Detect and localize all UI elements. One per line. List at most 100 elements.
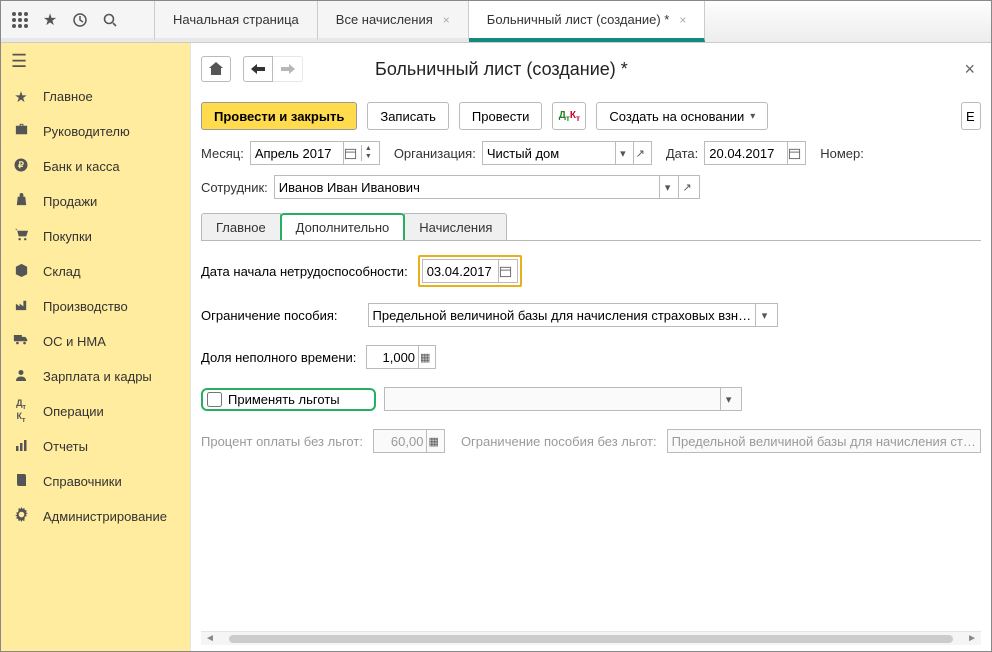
sidebar-item-admin[interactable]: Администрирование [1, 499, 190, 534]
sidebar-item-warehouse[interactable]: Склад [1, 254, 190, 289]
calc-icon: ▦ [426, 430, 439, 452]
burger-icon: ☰ [11, 51, 27, 72]
sidebar-item-label: Отчеты [43, 439, 88, 454]
doc-tab-additional[interactable]: Дополнительно [280, 213, 406, 240]
save-button[interactable]: Записать [367, 102, 449, 130]
employee-label: Сотрудник: [201, 180, 268, 195]
doc-tab-calcs[interactable]: Начисления [404, 213, 507, 240]
month-label: Месяц: [201, 146, 244, 161]
scroll-left-icon[interactable]: ◄ [205, 633, 215, 644]
sidebar-toggle[interactable]: ☰ [1, 43, 190, 79]
svg-text:₽: ₽ [18, 160, 24, 170]
post-and-close-button[interactable]: Провести и закрыть [201, 102, 357, 130]
share-input[interactable] [371, 350, 415, 365]
tab-home[interactable]: Начальная страница [155, 1, 318, 42]
highlight-startdate [418, 255, 522, 287]
scroll-thumb[interactable] [229, 635, 953, 643]
close-icon[interactable]: × [679, 13, 686, 27]
search-icon[interactable] [99, 9, 121, 31]
sidebar-item-label: Справочники [43, 474, 122, 489]
close-icon[interactable]: × [443, 13, 450, 27]
share-field[interactable]: ▦ [366, 345, 436, 369]
sidebar-item-bank[interactable]: ₽Банк и касса [1, 149, 190, 184]
limit-nb-label: Ограничение пособия без льгот: [461, 434, 657, 449]
sidebar-item-operations[interactable]: ДтКтОперации [1, 394, 190, 429]
sidebar-item-sales[interactable]: Продажи [1, 184, 190, 219]
toolbar: Провести и закрыть Записать Провести ДтК… [201, 101, 981, 131]
limit-label: Ограничение пособия: [201, 308, 338, 323]
factory-icon [11, 297, 31, 316]
close-page-button[interactable]: × [958, 59, 981, 80]
sidebar-item-manager[interactable]: Руководителю [1, 114, 190, 149]
sidebar-item-production[interactable]: Производство [1, 289, 190, 324]
top-icons-area: ★ [1, 1, 155, 42]
benefit-input [389, 392, 717, 407]
calendar-icon[interactable] [787, 142, 802, 164]
startdate-field[interactable] [422, 259, 518, 283]
bag-icon [11, 192, 31, 211]
calc-icon[interactable]: ▦ [418, 346, 431, 368]
month-field[interactable]: ▲▼ [250, 141, 380, 165]
window-tabs: Начальная страница Все начисления× Больн… [155, 1, 991, 42]
favorites-icon[interactable]: ★ [39, 9, 61, 31]
limit-nb-field [667, 429, 981, 453]
date-input[interactable] [709, 146, 783, 161]
row-employee: Сотрудник: ▾ ↗ [201, 175, 981, 199]
apps-icon[interactable] [9, 9, 31, 31]
sidebar-item-label: Главное [43, 89, 93, 104]
highlight-applybenefit: Применять льготы [201, 388, 376, 411]
doc-tab-label: Начисления [419, 220, 492, 235]
tab-label: Начальная страница [173, 12, 299, 27]
tab-sickleave[interactable]: Больничный лист (создание) * × [469, 1, 706, 42]
star-icon: ★ [11, 88, 31, 106]
nav-back-button[interactable] [243, 56, 273, 82]
horizontal-scrollbar[interactable]: ◄ ► [201, 631, 981, 645]
tab-label: Больничный лист (создание) * [487, 12, 670, 27]
month-input[interactable] [255, 146, 340, 161]
doc-tab-main[interactable]: Главное [201, 213, 281, 240]
open-icon[interactable]: ↗ [678, 176, 694, 198]
truck-icon [11, 332, 31, 351]
org-label: Организация: [394, 146, 476, 161]
dropdown-icon[interactable]: ▾ [659, 176, 675, 198]
open-icon[interactable]: ↗ [633, 142, 647, 164]
employee-input[interactable] [279, 180, 656, 195]
history-icon[interactable] [69, 9, 91, 31]
post-button[interactable]: Провести [459, 102, 543, 130]
calendar-icon[interactable] [343, 142, 357, 164]
top-bar: ★ Начальная страница Все начисления× Бол… [1, 1, 991, 43]
month-spinner[interactable]: ▲▼ [361, 145, 375, 161]
org-input[interactable] [487, 146, 612, 161]
limit-field[interactable]: ▾ [368, 303, 778, 327]
limit-input[interactable] [373, 308, 753, 323]
sidebar-item-os[interactable]: ОС и НМА [1, 324, 190, 359]
sidebar-item-reports[interactable]: Отчеты [1, 429, 190, 464]
sidebar-item-main[interactable]: ★ Главное [1, 79, 190, 114]
sidebar-item-hr[interactable]: Зарплата и кадры [1, 359, 190, 394]
startdate-label: Дата начала нетрудоспособности: [201, 264, 408, 279]
briefcase-icon [11, 122, 31, 141]
employee-field[interactable]: ▾ ↗ [274, 175, 700, 199]
gear-icon [11, 507, 31, 526]
org-field[interactable]: ▾ ↗ [482, 141, 652, 165]
dropdown-icon[interactable]: ▾ [615, 142, 629, 164]
create-based-button[interactable]: Создать на основании [596, 102, 768, 130]
startdate-input[interactable] [427, 264, 495, 279]
nav-forward-button[interactable] [273, 56, 303, 82]
tab-all-calcs[interactable]: Все начисления× [318, 1, 469, 42]
chart-icon [11, 438, 31, 456]
sidebar-item-label: Производство [43, 299, 128, 314]
date-field[interactable] [704, 141, 806, 165]
sidebar-item-buy[interactable]: Покупки [1, 219, 190, 254]
calendar-icon[interactable] [498, 260, 513, 282]
scroll-right-icon[interactable]: ► [967, 633, 977, 644]
dropdown-icon: ▾ [720, 388, 737, 410]
row-month-org-date: Месяц: ▲▼ Организация: ▾ ↗ Дата: Номер: [201, 141, 981, 165]
dtkt-button[interactable]: ДтКт [552, 102, 586, 130]
more-button[interactable]: Е [961, 102, 981, 130]
date-label: Дата: [666, 146, 698, 161]
apply-benefit-checkbox[interactable] [207, 392, 222, 407]
sidebar-item-ref[interactable]: Справочники [1, 464, 190, 499]
home-button[interactable] [201, 56, 231, 82]
dropdown-icon[interactable]: ▾ [755, 304, 772, 326]
